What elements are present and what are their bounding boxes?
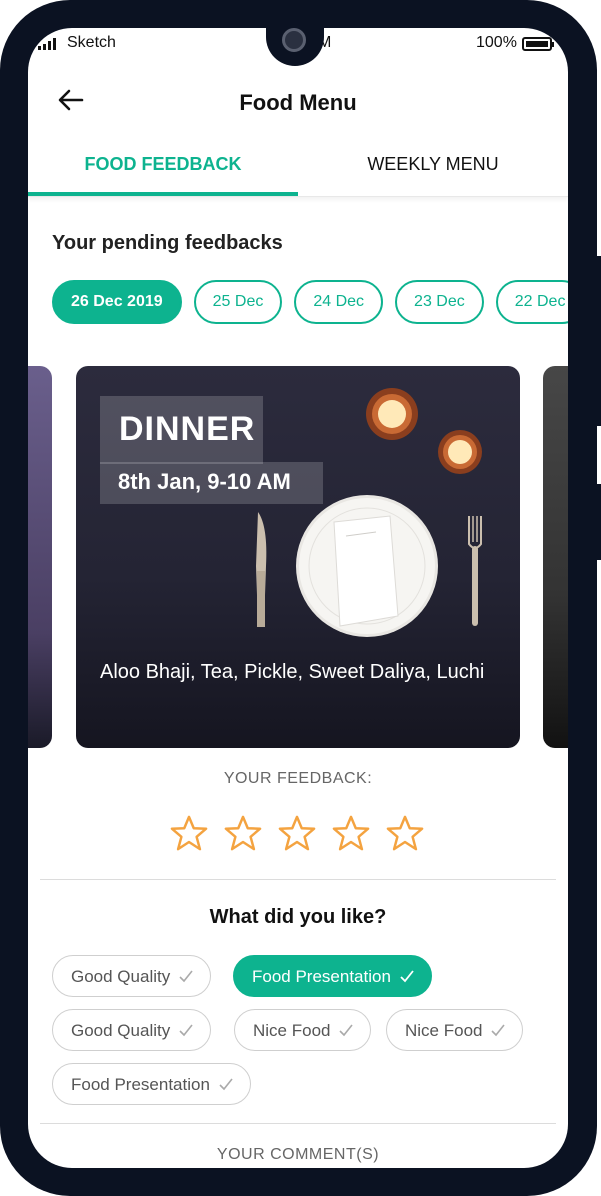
date-chip[interactable]: 24 Dec [294, 280, 384, 324]
next-meal-card[interactable] [543, 366, 568, 748]
tag-label: Nice Food [253, 1020, 331, 1040]
side-button-top [595, 256, 601, 426]
check-icon [179, 1024, 193, 1037]
date-chip[interactable]: 25 Dec [193, 280, 283, 324]
check-icon [491, 1024, 506, 1037]
page-title: Food Menu [239, 90, 357, 115]
active-tab-indicator [28, 192, 298, 196]
divider [40, 1123, 556, 1124]
tab-weekly-menu[interactable]: WEEKLY MENU [298, 154, 568, 175]
meal-card[interactable]: DINNER 8th Jan, 9-10 AM Aloo Bhaji, Tea,… [76, 366, 520, 748]
like-tag[interactable]: Nice Food [234, 1009, 372, 1051]
star-icon[interactable] [278, 814, 316, 852]
check-icon [339, 1024, 354, 1037]
app-header: Food Menu [28, 72, 568, 132]
previous-meal-card[interactable] [28, 366, 52, 748]
tag-label: Good Quality [71, 966, 171, 986]
star-icon[interactable] [170, 814, 208, 852]
like-tag-selected[interactable]: Food Presentation [233, 955, 432, 997]
carrier-name: Sketch [67, 34, 116, 51]
like-tag[interactable]: Nice Food [386, 1009, 524, 1051]
meal-name: DINNER [119, 410, 256, 448]
tab-food-feedback[interactable]: FOOD FEEDBACK [28, 154, 298, 175]
star-icon[interactable] [386, 814, 424, 852]
date-chip[interactable]: 22 Dec [495, 280, 568, 324]
comments-label: YOUR COMMENT(S) [216, 1146, 380, 1163]
star-icon[interactable] [224, 814, 262, 852]
tag-label: Food Presentation [71, 1074, 210, 1094]
tag-label: Food Presentation [252, 966, 391, 986]
like-question: What did you like? [209, 906, 387, 928]
meal-date-time: 8th Jan, 9-10 AM [118, 469, 291, 494]
date-chip-row: 26 Dec 2019 25 Dec 24 Dec 23 Dec 22 Dec [52, 280, 568, 324]
meal-menu-items: Aloo Bhaji, Tea, Pickle, Sweet Daliya, L… [100, 661, 485, 683]
pending-feedbacks-title: Your pending feedbacks [52, 232, 283, 254]
star-rating [170, 814, 424, 852]
check-icon [179, 970, 193, 983]
side-button-bottom [595, 484, 601, 560]
divider [40, 879, 556, 880]
date-chip[interactable]: 26 Dec 2019 [52, 280, 182, 324]
battery-percent: 100% [476, 34, 517, 51]
tag-label: Good Quality [71, 1020, 171, 1040]
check-icon [400, 970, 414, 983]
tab-bar: FOOD FEEDBACK WEEKLY MENU [28, 140, 568, 197]
signal-icon [38, 38, 56, 50]
like-tag[interactable]: Good Quality [52, 1009, 212, 1051]
camera-icon [282, 28, 306, 52]
battery-icon [522, 37, 554, 51]
app-screen: Sketch M 100% Food Menu FOOD FEEDBACK WE… [28, 28, 568, 1168]
date-chip[interactable]: 23 Dec [395, 280, 484, 324]
tag-label: Nice Food [405, 1020, 483, 1040]
star-icon[interactable] [332, 814, 370, 852]
like-tag[interactable]: Good Quality [52, 955, 212, 997]
feedback-label: YOUR FEEDBACK: [223, 770, 373, 787]
check-icon [219, 1078, 233, 1091]
like-tag[interactable]: Food Presentation [52, 1063, 251, 1105]
